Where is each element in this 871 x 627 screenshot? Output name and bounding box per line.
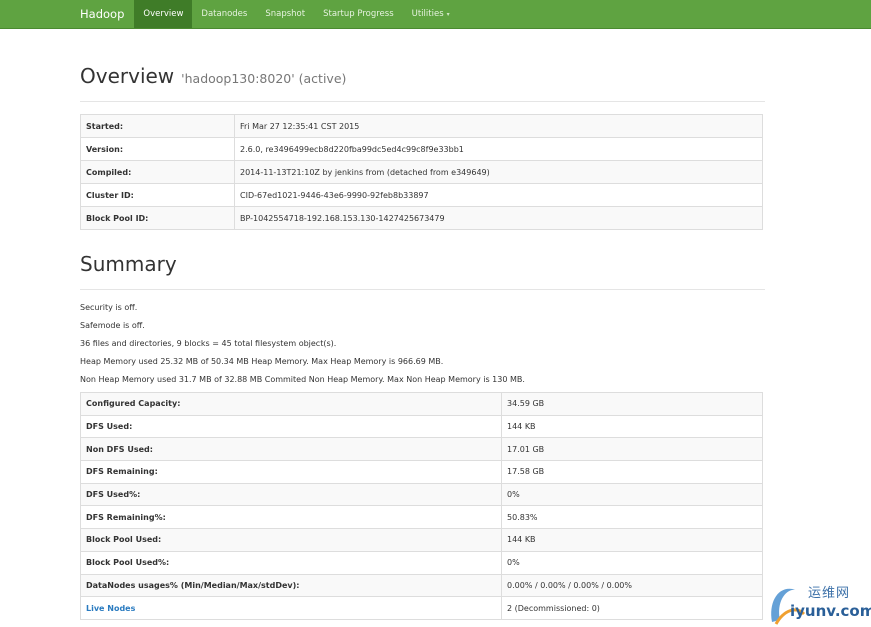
row-value: 0%: [501, 550, 763, 575]
capacity-row: DFS Remaining%: 50.83%: [80, 505, 763, 530]
row-label: DFS Remaining%:: [80, 505, 502, 530]
capacity-row: Live Nodes 2 (Decommissioned: 0): [80, 596, 763, 620]
overview-info-table: Started: Fri Mar 27 12:35:41 CST 2015 Vers…: [80, 114, 763, 230]
row-value: Fri Mar 27 12:35:41 CST 2015: [234, 114, 763, 138]
row-label: Version:: [80, 137, 235, 161]
capacity-row: DFS Used: 144 KB: [80, 414, 763, 439]
row-label: Block Pool Used%:: [80, 550, 502, 575]
row-value: 17.58 GB: [501, 460, 763, 484]
capacity-row: Block Pool Used: 144 KB: [80, 528, 763, 552]
row-value: 2014-11-13T21:10Z by jenkins from (detac…: [234, 160, 763, 184]
info-row: Block Pool ID: BP-1042554718-192.168.153.…: [80, 206, 763, 230]
row-label: Configured Capacity:: [80, 392, 502, 416]
info-row: Started: Fri Mar 27 12:35:41 CST 2015: [80, 114, 763, 138]
nav-utilities-label: Utilities: [411, 9, 444, 19]
row-value: 34.59 GB: [501, 392, 763, 416]
summary-heading: Summary: [80, 252, 177, 276]
caret-down-icon: ▾: [446, 10, 450, 18]
row-value: 0%: [501, 482, 763, 507]
row-value: 2.6.0, re3496499ecb8d220fba99dc5ed4c99c8…: [234, 137, 763, 161]
row-label: Started:: [80, 114, 235, 138]
row-label: DFS Remaining:: [80, 460, 502, 484]
row-label: DataNodes usages% (Min/Median/Max/stdDev…: [80, 573, 502, 598]
capacity-row: DFS Remaining: 17.58 GB: [80, 460, 763, 484]
info-row: Compiled: 2014-11-13T21:10Z by jenkins fr…: [80, 160, 763, 184]
overview-heading: Overview: [80, 64, 175, 88]
info-row: Version: 2.6.0, re3496499ecb8d220fba99dc5…: [80, 137, 763, 161]
row-label: Cluster ID:: [80, 183, 235, 207]
info-row: Cluster ID: CID-67ed1021-9446-43e6-9990-9…: [80, 183, 763, 207]
row-label: Compiled:: [80, 160, 235, 184]
row-value: 144 KB: [501, 528, 763, 552]
page-title: Overview 'hadoop130:8020' (active): [80, 64, 765, 88]
row-value: 2 (Decommissioned: 0): [501, 596, 763, 620]
capacity-row: Configured Capacity: 34.59 GB: [80, 392, 763, 416]
row-label: Block Pool ID:: [80, 206, 235, 230]
title-divider: [80, 101, 765, 102]
nav-utilities-dropdown[interactable]: Utilities ▾: [403, 0, 459, 28]
live-nodes-link[interactable]: Live Nodes: [86, 604, 135, 613]
row-value: BP-1042554718-192.168.153.130-1427425673…: [234, 206, 763, 230]
top-navbar: Hadoop Overview Datanodes Snapshot Start…: [0, 0, 871, 29]
capacity-table: Configured Capacity: 34.59 GB DFS Used: 144…: [80, 392, 763, 620]
capacity-row: DataNodes usages% (Min/Median/Max/stdDev…: [80, 573, 763, 598]
watermark-en-text: iyunv.com: [790, 602, 871, 620]
nav-datanodes[interactable]: Datanodes: [192, 0, 256, 28]
row-value: CID-67ed1021-9446-43e6-9990-92feb8b33897: [234, 183, 763, 207]
security-status: Security is off.: [80, 303, 138, 312]
safemode-status: Safemode is off.: [80, 321, 145, 330]
filesystem-objects: 36 files and directories, 9 blocks = 45 …: [80, 339, 337, 348]
watermark-cn-text: 运维网: [808, 586, 851, 601]
row-value: 50.83%: [501, 505, 763, 530]
non-heap-memory: Non Heap Memory used 31.7 MB of 32.88 MB…: [80, 375, 525, 384]
summary-divider: [80, 289, 765, 290]
row-value: 17.01 GB: [501, 437, 763, 462]
capacity-row: Block Pool Used%: 0%: [80, 550, 763, 575]
nav-overview[interactable]: Overview: [134, 0, 193, 28]
row-label: Block Pool Used:: [80, 528, 502, 552]
row-label: DFS Used:: [80, 414, 502, 439]
brand-link[interactable]: Hadoop: [0, 0, 134, 28]
heap-memory: Heap Memory used 25.32 MB of 50.34 MB He…: [80, 357, 444, 366]
row-value: 144 KB: [501, 414, 763, 439]
row-label: DFS Used%:: [80, 482, 502, 507]
watermark-logo: 运维网 iyunv.com: [766, 578, 871, 627]
capacity-row: Non DFS Used: 17.01 GB: [80, 437, 763, 462]
summary-status-lines: Security is off. Safemode is off. 36 fil…: [80, 300, 525, 390]
capacity-row: DFS Used%: 0%: [80, 482, 763, 507]
row-value: 0.00% / 0.00% / 0.00% / 0.00%: [501, 573, 763, 598]
row-label: Live Nodes: [80, 596, 502, 620]
namenode-address: 'hadoop130:8020' (active): [181, 71, 347, 86]
row-label: Non DFS Used:: [80, 437, 502, 462]
nav-snapshot[interactable]: Snapshot: [256, 0, 314, 28]
nav-startup-progress[interactable]: Startup Progress: [314, 0, 403, 28]
